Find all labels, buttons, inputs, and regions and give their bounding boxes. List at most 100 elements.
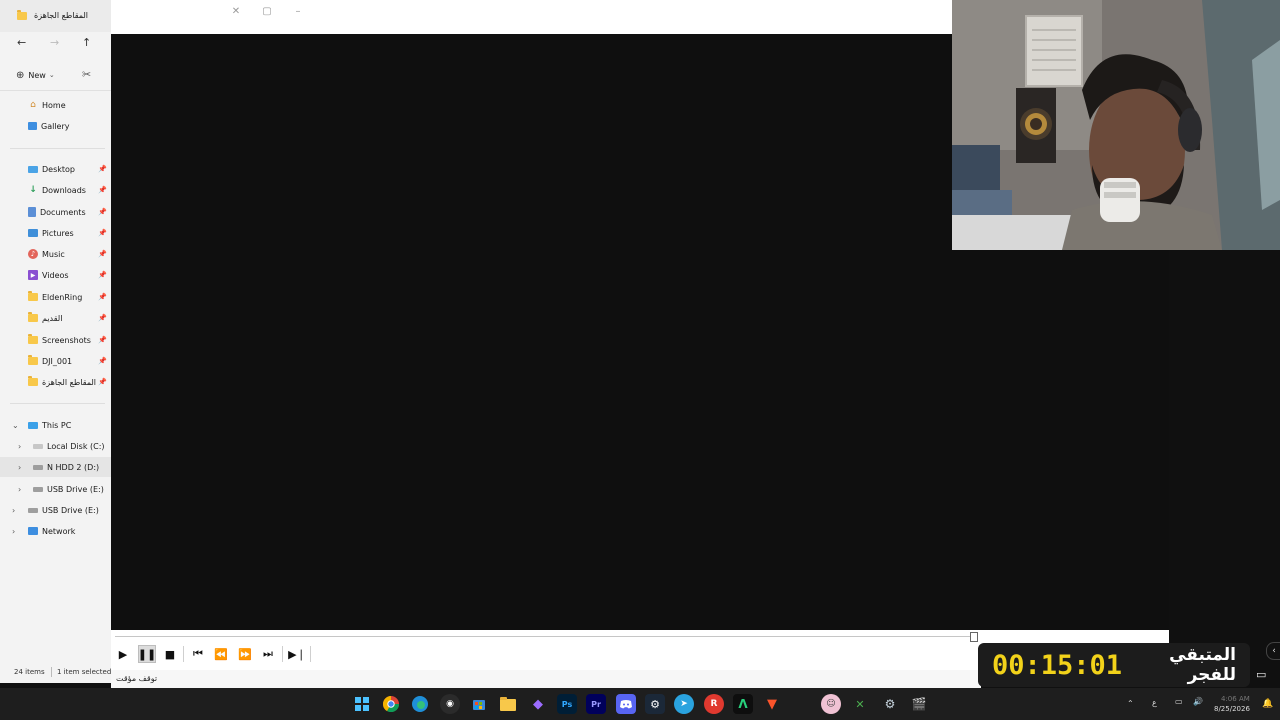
- gallery-icon: [28, 122, 37, 130]
- telegram-icon[interactable]: ➤: [674, 694, 694, 714]
- sidebar-item-label: Documents: [40, 207, 86, 217]
- clock-time[interactable]: 4:06 AM: [1221, 695, 1250, 703]
- sidebar-item-usb-e-nested[interactable]: › USB Drive (E:): [0, 479, 111, 499]
- pause-icon[interactable]: ❚❚: [138, 645, 156, 663]
- lambda-app-icon[interactable]: Λ: [733, 694, 753, 714]
- pin-icon[interactable]: 📌: [98, 208, 107, 216]
- discord-icon[interactable]: [616, 694, 636, 714]
- frame-step-icon[interactable]: ▶❘: [288, 645, 306, 663]
- start-button-icon[interactable]: [352, 694, 372, 714]
- pin-icon[interactable]: 📌: [98, 229, 107, 237]
- edge-icon[interactable]: [410, 694, 430, 714]
- sidebar-item-label: Home: [42, 100, 66, 110]
- premiere-icon[interactable]: Pr: [586, 694, 606, 714]
- clock-date[interactable]: 8/25/2026: [1214, 705, 1250, 713]
- rewind-icon[interactable]: ⏪: [212, 645, 230, 663]
- chevron-up-icon[interactable]: ⌃: [1127, 699, 1134, 708]
- next-icon[interactable]: ⏭: [259, 645, 277, 663]
- pin-icon[interactable]: 📌: [98, 186, 107, 194]
- computer-icon: [28, 421, 38, 429]
- steam-icon[interactable]: ⚙: [645, 694, 665, 714]
- sidebar-item-label: Gallery: [41, 121, 70, 131]
- divider: [51, 667, 52, 677]
- up-arrow-icon[interactable]: ↑: [82, 36, 91, 49]
- back-arrow-icon[interactable]: ←: [17, 36, 26, 49]
- sidebar-item-documents[interactable]: Documents 📌: [0, 202, 111, 222]
- sidebar-item-local-disk-c[interactable]: › Local Disk (C:): [0, 436, 111, 456]
- pin-icon[interactable]: 📌: [98, 336, 107, 344]
- language-indicator-icon[interactable]: ع: [1152, 698, 1157, 707]
- file-explorer-icon[interactable]: [498, 694, 518, 714]
- chevron-right-icon[interactable]: ›: [12, 527, 15, 536]
- sidebar-item-hdd-d[interactable]: › N HDD 2 (D:): [0, 457, 111, 477]
- sidebar-item-ready-clips[interactable]: المقاطع الجاهزة 📌: [0, 372, 111, 392]
- sidebar-item-desktop[interactable]: Desktop 📌: [0, 159, 111, 179]
- downloads-icon: ↓: [29, 185, 37, 195]
- chevron-down-icon[interactable]: ⌄: [12, 421, 19, 430]
- sidebar-item-label: EldenRing: [42, 292, 83, 302]
- sidebar-item-home[interactable]: ⌂ Home: [0, 95, 111, 115]
- sidebar-item-network[interactable]: › Network: [0, 521, 111, 541]
- maximize-icon[interactable]: ▢: [260, 4, 274, 18]
- sidebar-item-label: Screenshots: [42, 335, 91, 345]
- chevron-right-icon[interactable]: ›: [18, 463, 21, 472]
- brave-icon[interactable]: ▼: [762, 694, 782, 714]
- sidebar-item-pictures[interactable]: Pictures 📌: [0, 223, 111, 243]
- new-button[interactable]: ⊕ New ⌄: [16, 68, 55, 82]
- pin-icon[interactable]: 📌: [98, 314, 107, 322]
- pin-icon[interactable]: 📌: [98, 378, 107, 386]
- sidebar-item-usb-e[interactable]: › USB Drive (E:): [0, 500, 111, 520]
- network-tray-icon[interactable]: ▭: [1175, 697, 1183, 706]
- chevron-right-icon[interactable]: ›: [12, 506, 15, 515]
- seek-bar[interactable]: [115, 636, 973, 637]
- pin-icon[interactable]: 📌: [98, 293, 107, 301]
- settings-gear-icon[interactable]: ⚙: [880, 694, 900, 714]
- store-logo: [473, 700, 485, 710]
- folder-icon: [28, 291, 38, 301]
- countdown-timer: 00:15:01: [992, 649, 1123, 681]
- sidebar-item-this-pc[interactable]: ⌄ This PC: [0, 415, 111, 435]
- pin-icon[interactable]: 📌: [98, 357, 107, 365]
- diamond-app-icon[interactable]: ◆: [528, 694, 548, 714]
- seek-handle[interactable]: [970, 632, 978, 642]
- excel-icon[interactable]: ✕: [850, 694, 870, 714]
- sidebar-item-old-folder[interactable]: القديم 📌: [0, 308, 111, 328]
- stop-icon[interactable]: ■: [161, 645, 179, 663]
- red-app-icon[interactable]: R: [704, 694, 724, 714]
- chrome-icon[interactable]: [381, 694, 401, 714]
- chevron-left-icon[interactable]: ‹: [1266, 642, 1280, 660]
- sidebar-item-videos[interactable]: ▶ Videos 📌: [0, 265, 111, 285]
- chrome-logo: [383, 696, 399, 712]
- sidebar-item-gallery[interactable]: Gallery: [0, 116, 111, 136]
- play-icon[interactable]: ▶: [114, 645, 132, 663]
- fast-forward-icon[interactable]: ⏩: [236, 645, 254, 663]
- chevron-right-icon[interactable]: ›: [18, 485, 21, 494]
- sidebar-item-downloads[interactable]: ↓ Downloads 📌: [0, 180, 111, 200]
- sidebar-item-screenshots[interactable]: Screenshots 📌: [0, 330, 111, 350]
- sidebar-item-label: Videos: [42, 270, 69, 280]
- chevron-right-icon[interactable]: ›: [18, 442, 21, 451]
- forward-arrow-icon[interactable]: →: [50, 36, 59, 49]
- clapperboard-icon[interactable]: 🎬: [909, 694, 929, 714]
- volume-tray-icon[interactable]: 🔊: [1193, 697, 1203, 706]
- screen-icon[interactable]: ▭: [1256, 668, 1266, 681]
- player-titlebar: ✕ ▢ –: [111, 0, 952, 34]
- discord-logo: [620, 699, 632, 708]
- cut-icon[interactable]: ✂: [82, 68, 91, 81]
- notification-bell-icon[interactable]: 🔔: [1262, 699, 1273, 709]
- webcam-image: [952, 0, 1280, 250]
- pin-icon[interactable]: 📌: [98, 165, 107, 173]
- store-icon[interactable]: [469, 694, 489, 714]
- pin-icon[interactable]: 📌: [98, 250, 107, 258]
- minimize-icon[interactable]: –: [291, 4, 305, 18]
- pin-icon[interactable]: 📌: [98, 271, 107, 279]
- close-icon[interactable]: ✕: [229, 4, 243, 18]
- photoshop-icon[interactable]: Ps: [557, 694, 577, 714]
- sidebar-item-music[interactable]: ♪ Music 📌: [0, 244, 111, 264]
- sidebar-item-label: Local Disk (C:): [47, 441, 105, 451]
- previous-icon[interactable]: ⏮: [189, 645, 207, 663]
- obs-icon[interactable]: ◉: [440, 694, 460, 714]
- character-app-icon[interactable]: ☺: [821, 694, 841, 714]
- sidebar-item-eldenring[interactable]: EldenRing 📌: [0, 287, 111, 307]
- sidebar-item-dji[interactable]: DJI_001 📌: [0, 351, 111, 371]
